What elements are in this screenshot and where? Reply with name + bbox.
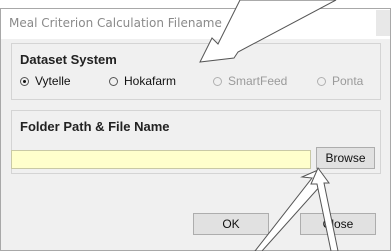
radio-hokafarm-label: Hokafarm bbox=[124, 74, 177, 88]
radio-unselected-icon bbox=[213, 76, 222, 86]
radio-unselected-icon bbox=[109, 76, 118, 86]
folder-path-input[interactable] bbox=[11, 150, 311, 169]
radio-ponta-label: Ponta bbox=[332, 74, 364, 88]
folder-path-label: Folder Path & File Name bbox=[20, 119, 170, 134]
dataset-system-label: Dataset System bbox=[20, 52, 117, 67]
radio-smartfeed-label: SmartFeed bbox=[228, 74, 288, 88]
radio-selected-icon bbox=[20, 76, 29, 86]
radio-smartfeed: SmartFeed bbox=[213, 73, 287, 89]
dialog-window: Meal Criterion Calculation Filename Data… bbox=[0, 8, 391, 251]
ok-button[interactable]: OK bbox=[193, 213, 269, 235]
radio-vytelle[interactable]: Vytelle bbox=[20, 73, 71, 89]
close-button[interactable]: Close bbox=[300, 213, 376, 235]
browse-button[interactable]: Browse bbox=[316, 147, 375, 169]
title-bar: Meal Criterion Calculation Filename bbox=[1, 9, 390, 39]
window-title: Meal Criterion Calculation Filename bbox=[9, 16, 222, 30]
window-close-icon[interactable] bbox=[376, 10, 390, 36]
radio-hokafarm[interactable]: Hokafarm bbox=[109, 73, 176, 89]
dataset-system-group: Dataset System Vytelle Hokafarm SmartFee… bbox=[11, 43, 381, 100]
radio-unselected-icon bbox=[317, 76, 326, 86]
radio-ponta: Ponta bbox=[317, 73, 363, 89]
radio-vytelle-label: Vytelle bbox=[35, 74, 71, 88]
